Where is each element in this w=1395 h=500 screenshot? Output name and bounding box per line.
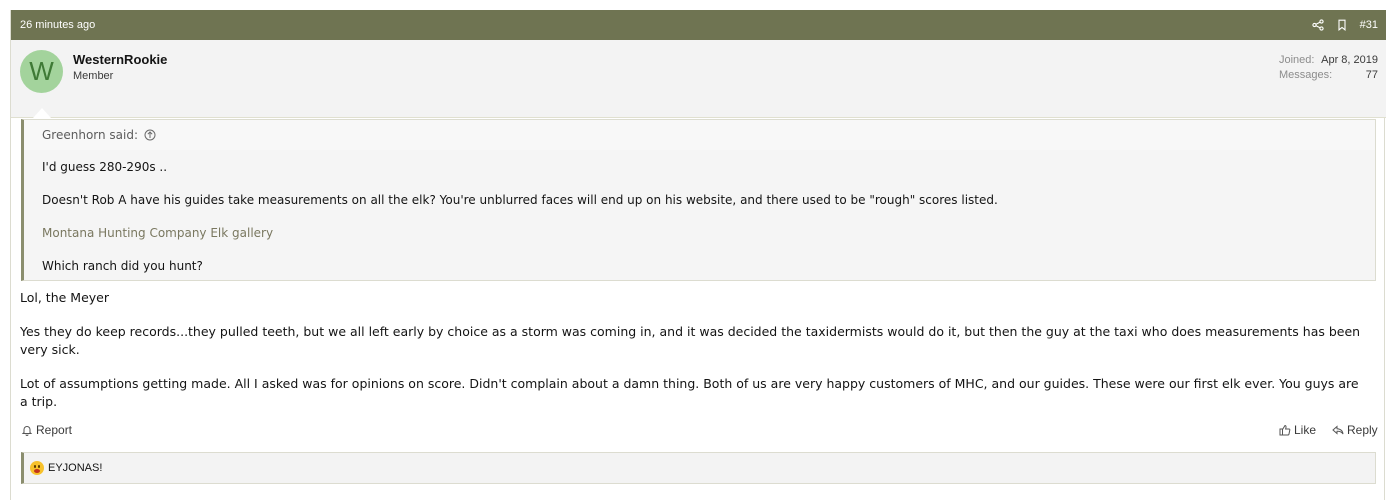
message-paragraph-2: Yes they do keep records...they pulled t…	[20, 324, 1361, 357]
joined-label: Joined:	[1279, 54, 1315, 66]
bell-icon	[21, 426, 33, 436]
user-title: Member	[73, 70, 114, 82]
share-icon[interactable]	[1311, 19, 1324, 31]
gallery-link[interactable]: Montana Hunting Company Elk gallery	[42, 226, 273, 240]
message-paragraph-3: Lot of assumptions getting made. All I a…	[20, 376, 1359, 409]
joined-row: Joined: Apr 8, 2019	[1279, 53, 1378, 68]
avatar-pointer	[33, 108, 51, 118]
post-timestamp[interactable]: 26 minutes ago	[20, 19, 95, 31]
quote-link-line: Montana Hunting Company Elk gallery	[42, 226, 273, 240]
like-button[interactable]: Like	[1279, 423, 1316, 437]
report-button[interactable]: Report	[21, 423, 72, 437]
reply-label: Reply	[1347, 423, 1378, 437]
reaction-users[interactable]: EYJONAS!	[48, 462, 102, 474]
avatar[interactable]: W	[20, 50, 63, 93]
post-actions: Report Like Reply	[11, 423, 1386, 439]
post-number-link[interactable]: #31	[1360, 19, 1378, 31]
quote-header[interactable]: Greenhorn said:	[24, 120, 1375, 150]
reply-icon	[1332, 425, 1344, 435]
messages-row: Messages: 77	[1279, 68, 1378, 83]
quote-author[interactable]: Greenhorn said:	[42, 128, 138, 142]
wow-emoji-icon	[30, 461, 44, 475]
quote-block: Greenhorn said: I'd guess 280-290s .. Do…	[21, 119, 1376, 281]
user-info-bar: W WesternRookie Member Joined: Apr 8, 20…	[11, 40, 1386, 118]
quote-text-1: I'd guess 280-290s ..	[42, 160, 168, 174]
messages-label: Messages:	[1279, 69, 1333, 81]
report-label: Report	[36, 423, 73, 437]
joined-value: Apr 8, 2019	[1321, 54, 1378, 66]
bookmark-icon[interactable]	[1336, 19, 1348, 31]
message-paragraph-1: Lol, the Meyer	[20, 290, 110, 305]
like-label: Like	[1294, 423, 1317, 437]
user-stats: Joined: Apr 8, 2019 Messages: 77	[1279, 53, 1378, 83]
messages-value: 77	[1365, 69, 1378, 81]
jump-to-quote-icon[interactable]	[144, 129, 156, 141]
username-link[interactable]: WesternRookie	[73, 52, 167, 67]
thumbs-up-icon	[1279, 424, 1291, 436]
quote-text-3: Which ranch did you hunt?	[42, 259, 203, 273]
forum-post: 26 minutes ago #31 W WesternRookie Membe…	[10, 10, 1386, 500]
reply-button[interactable]: Reply	[1332, 423, 1378, 437]
reactions-bar[interactable]: EYJONAS!	[21, 452, 1376, 484]
quote-text-2: Doesn't Rob A have his guides take measu…	[42, 193, 998, 207]
post-header: 26 minutes ago #31	[11, 10, 1386, 40]
post-header-actions: #31	[1311, 19, 1378, 31]
